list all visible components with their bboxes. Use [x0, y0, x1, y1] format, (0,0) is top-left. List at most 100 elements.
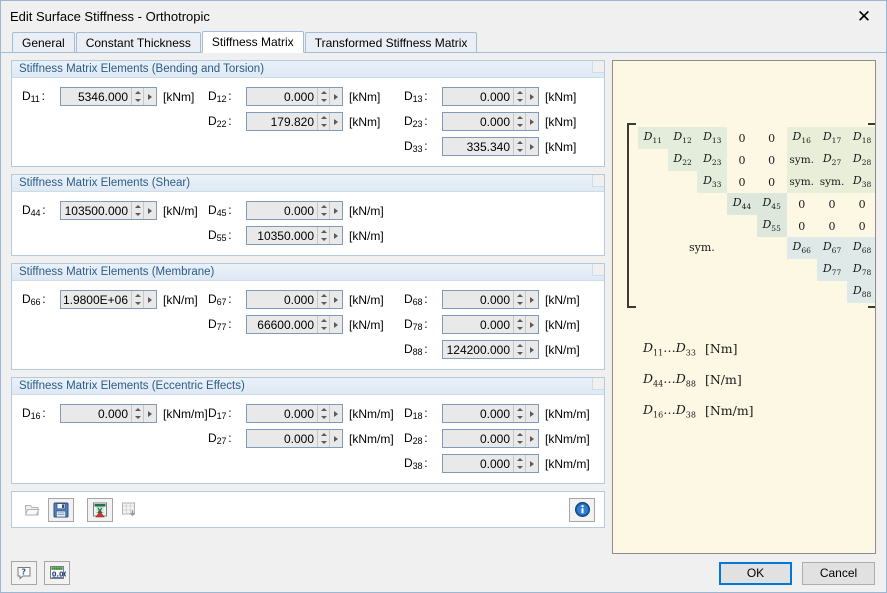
spinner-up-icon[interactable]	[318, 202, 329, 211]
field-expand-icon[interactable]	[329, 202, 342, 219]
value-input-D13[interactable]: 0.000	[443, 88, 513, 105]
spinner-arrows[interactable]	[513, 88, 525, 105]
spinner-arrows[interactable]	[317, 88, 329, 105]
spinner-down-icon[interactable]	[514, 97, 525, 106]
spinner-up-icon[interactable]	[318, 316, 329, 325]
spinner-up-icon[interactable]	[132, 405, 143, 414]
value-input-D77[interactable]: 66600.000	[247, 316, 317, 333]
spinner-down-icon[interactable]	[514, 300, 525, 309]
field-expand-icon[interactable]	[143, 202, 156, 219]
spinner-arrows[interactable]	[131, 405, 143, 422]
units-button[interactable]: 0.00	[44, 561, 70, 585]
field-expand-icon[interactable]	[329, 430, 342, 447]
spinner-arrows[interactable]	[317, 113, 329, 130]
spinner-D38[interactable]: 0.000	[442, 454, 539, 473]
spinner-D33[interactable]: 335.340	[442, 137, 539, 156]
spinner-arrows[interactable]	[131, 88, 143, 105]
value-input-D45[interactable]: 0.000	[247, 202, 317, 219]
value-input-D38[interactable]: 0.000	[443, 455, 513, 472]
spinner-D78[interactable]: 0.000	[442, 315, 539, 334]
value-input-D28[interactable]: 0.000	[443, 430, 513, 447]
spinner-arrows[interactable]	[513, 405, 525, 422]
value-input-D88[interactable]: 124200.000	[443, 341, 513, 358]
value-input-D44[interactable]: 103500.000	[61, 202, 131, 219]
spinner-D27[interactable]: 0.000	[246, 429, 343, 448]
spinner-D16[interactable]: 0.000	[60, 404, 157, 423]
field-expand-icon[interactable]	[525, 316, 538, 333]
spinner-D23[interactable]: 0.000	[442, 112, 539, 131]
spinner-up-icon[interactable]	[514, 341, 525, 350]
spinner-down-icon[interactable]	[514, 414, 525, 423]
spinner-D77[interactable]: 66600.000	[246, 315, 343, 334]
value-input-D22[interactable]: 179.820	[247, 113, 317, 130]
spinner-D12[interactable]: 0.000	[246, 87, 343, 106]
value-input-D55[interactable]: 10350.000	[247, 227, 317, 244]
spinner-D28[interactable]: 0.000	[442, 429, 539, 448]
spinner-down-icon[interactable]	[318, 211, 329, 220]
tab-stiffness-matrix[interactable]: Stiffness Matrix	[202, 31, 304, 53]
spinner-arrows[interactable]	[513, 291, 525, 308]
spinner-down-icon[interactable]	[318, 300, 329, 309]
field-expand-icon[interactable]	[329, 405, 342, 422]
spinner-up-icon[interactable]	[132, 202, 143, 211]
info-button[interactable]	[569, 498, 595, 522]
spinner-D17[interactable]: 0.000	[246, 404, 343, 423]
tab-transformed-stiffness-matrix[interactable]: Transformed Stiffness Matrix	[305, 32, 478, 52]
spinner-down-icon[interactable]	[318, 236, 329, 245]
field-expand-icon[interactable]	[329, 316, 342, 333]
field-expand-icon[interactable]	[329, 291, 342, 308]
spinner-D67[interactable]: 0.000	[246, 290, 343, 309]
spinner-down-icon[interactable]	[132, 300, 143, 309]
spinner-down-icon[interactable]	[318, 439, 329, 448]
spinner-D66[interactable]: 1.9800E+06	[60, 290, 157, 309]
spinner-arrows[interactable]	[317, 405, 329, 422]
spinner-down-icon[interactable]	[514, 122, 525, 131]
spinner-up-icon[interactable]	[318, 405, 329, 414]
value-input-D78[interactable]: 0.000	[443, 316, 513, 333]
spinner-up-icon[interactable]	[132, 88, 143, 97]
spinner-arrows[interactable]	[513, 341, 525, 358]
spinner-D55[interactable]: 10350.000	[246, 226, 343, 245]
field-expand-icon[interactable]	[143, 88, 156, 105]
spinner-down-icon[interactable]	[132, 414, 143, 423]
spinner-up-icon[interactable]	[514, 113, 525, 122]
spinner-down-icon[interactable]	[318, 122, 329, 131]
spinner-up-icon[interactable]	[318, 88, 329, 97]
spinner-down-icon[interactable]	[514, 350, 525, 359]
spinner-D68[interactable]: 0.000	[442, 290, 539, 309]
spinner-arrows[interactable]	[317, 202, 329, 219]
field-expand-icon[interactable]	[525, 138, 538, 155]
spinner-arrows[interactable]	[513, 113, 525, 130]
spinner-D13[interactable]: 0.000	[442, 87, 539, 106]
value-input-D12[interactable]: 0.000	[247, 88, 317, 105]
value-input-D23[interactable]: 0.000	[443, 113, 513, 130]
spinner-down-icon[interactable]	[132, 211, 143, 220]
spinner-arrows[interactable]	[131, 291, 143, 308]
spinner-arrows[interactable]	[513, 455, 525, 472]
spinner-D22[interactable]: 179.820	[246, 112, 343, 131]
value-input-D67[interactable]: 0.000	[247, 291, 317, 308]
spinner-up-icon[interactable]	[132, 291, 143, 300]
spinner-up-icon[interactable]	[514, 88, 525, 97]
spinner-up-icon[interactable]	[514, 405, 525, 414]
field-expand-icon[interactable]	[525, 88, 538, 105]
spinner-up-icon[interactable]	[318, 430, 329, 439]
spinner-down-icon[interactable]	[318, 97, 329, 106]
spinner-D45[interactable]: 0.000	[246, 201, 343, 220]
spinner-down-icon[interactable]	[132, 97, 143, 106]
spinner-down-icon[interactable]	[514, 147, 525, 156]
field-expand-icon[interactable]	[329, 113, 342, 130]
field-expand-icon[interactable]	[329, 227, 342, 244]
spinner-D44[interactable]: 103500.000	[60, 201, 157, 220]
spinner-D18[interactable]: 0.000	[442, 404, 539, 423]
export-excel-button[interactable]: X	[87, 498, 113, 522]
field-expand-icon[interactable]	[525, 291, 538, 308]
value-input-D68[interactable]: 0.000	[443, 291, 513, 308]
field-expand-icon[interactable]	[525, 430, 538, 447]
field-expand-icon[interactable]	[329, 88, 342, 105]
field-expand-icon[interactable]	[143, 405, 156, 422]
spinner-up-icon[interactable]	[514, 455, 525, 464]
field-expand-icon[interactable]	[525, 341, 538, 358]
spinner-D11[interactable]: 5346.000	[60, 87, 157, 106]
spinner-up-icon[interactable]	[318, 227, 329, 236]
